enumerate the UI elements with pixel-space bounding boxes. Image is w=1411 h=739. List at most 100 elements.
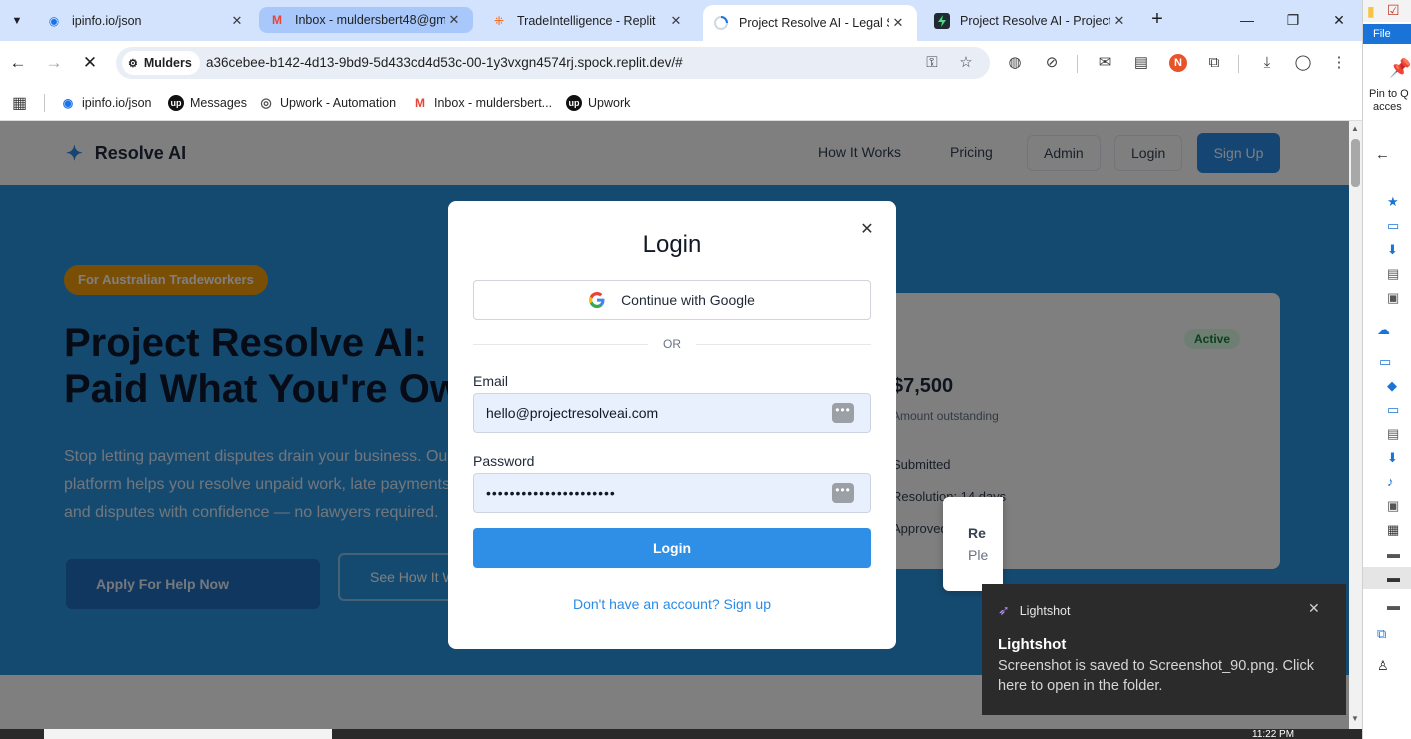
app-toast[interactable]: Re Ple (943, 497, 1003, 591)
page-scrollbar[interactable]: ▲ ▼ (1349, 121, 1362, 729)
email-label: Email (473, 373, 509, 389)
extensions-puzzle-icon[interactable]: ⧉ (1203, 52, 1225, 74)
tab-ipinfo[interactable]: ◉ ipinfo.io/json ✕ (36, 6, 256, 35)
bookmark-label: Inbox - muldersbert... (434, 96, 553, 110)
desktop-folder-icon[interactable]: ▭ (1387, 218, 1411, 234)
bookmark-messages[interactable]: up Messages (168, 93, 247, 113)
globe-icon: ◎ (260, 95, 272, 110)
pin-to-quick-access-button[interactable]: Pin to Q acces (1369, 88, 1409, 114)
network-icon[interactable]: ⧉ (1377, 626, 1402, 642)
scroll-up-icon[interactable]: ▲ (1351, 124, 1359, 133)
lightshot-feather-icon: ➶ (998, 602, 1010, 618)
replit-icon: ⁜ (493, 13, 505, 28)
scrollbar-thumb[interactable] (1351, 139, 1360, 187)
tab-project-resolve[interactable]: Project Resolve AI - Project ✕ (924, 6, 1138, 35)
linux-tux-icon[interactable]: ♙ (1377, 658, 1402, 674)
tab-gmail[interactable]: M Inbox - muldersbert48@gmail.com ✕ (259, 7, 473, 33)
password-key-icon[interactable]: ⚿ (922, 53, 942, 73)
profile-chip[interactable]: ⚙ Mulders (122, 51, 200, 75)
camera-off-icon[interactable]: ⊘ (1041, 52, 1063, 74)
cookie-icon[interactable]: ◍ (1004, 52, 1026, 74)
3d-objects-icon[interactable]: ◆ (1387, 378, 1411, 394)
tab-title: TradeIntelligence - Replit (517, 13, 656, 28)
lightshot-notification[interactable]: ➶ Lightshot ✕ Lightshot Screenshot is sa… (982, 584, 1346, 715)
ipinfo-icon: ◉ (62, 96, 74, 110)
close-icon[interactable]: ✕ (228, 12, 246, 30)
bookmark-label: ipinfo.io/json (82, 96, 152, 110)
local-disk-icon[interactable]: ▬ (1387, 546, 1411, 562)
lightshot-app-name: Lightshot (1019, 603, 1071, 618)
continue-with-google-button[interactable]: Continue with Google (473, 280, 871, 320)
menu-kebab-icon[interactable]: ⋮ (1328, 52, 1350, 74)
explorer-back-icon[interactable]: ← (1375, 146, 1390, 163)
bookmark-label: Upwork - Automation (280, 96, 397, 110)
back-arrow-icon[interactable]: ← (6, 51, 30, 75)
browser-toolbar: ← → ✕ ⚙ Mulders a36cebee-b142-4d13-9bd9-… (0, 41, 1362, 85)
upwork-icon: up (566, 95, 582, 111)
email-field[interactable] (473, 393, 871, 433)
replit-agent-icon (934, 12, 950, 29)
explorer-file-tab[interactable]: File (1363, 24, 1411, 44)
signup-link[interactable]: Don't have an account? Sign up (448, 596, 896, 612)
password-manager-fill-icon[interactable]: ••• (832, 483, 854, 503)
password-label: Password (473, 453, 535, 469)
close-icon[interactable]: ✕ (445, 11, 463, 29)
password-manager-fill-icon[interactable]: ••• (832, 403, 854, 423)
bookmark-upwork[interactable]: up Upwork (566, 93, 630, 113)
downloads-folder-icon[interactable]: ⬇ (1387, 450, 1411, 466)
close-icon[interactable]: ✕ (889, 14, 907, 32)
folder-icon: ▮ (1367, 3, 1375, 19)
or-label: OR (663, 337, 681, 351)
upwork-icon: up (168, 95, 184, 111)
minimize-icon[interactable]: — (1235, 8, 1259, 32)
forward-arrow-icon[interactable]: → (42, 51, 66, 75)
apps-grid-icon[interactable]: ▦ (12, 93, 27, 113)
bookmark-star-icon[interactable]: ☆ (956, 53, 976, 73)
windows-taskbar: 11:22 PM (0, 729, 1362, 739)
url-text[interactable]: a36cebee-b142-4d13-9bd9-5d433cd4d53c-00-… (206, 55, 683, 70)
stop-loading-icon[interactable]: ✕ (78, 51, 102, 75)
tab-search-chevron-icon[interactable]: ▼ (4, 8, 30, 34)
taskbar-clock[interactable]: 11:22 PM (1252, 730, 1294, 739)
pictures-folder-icon[interactable]: ▣ (1387, 498, 1411, 514)
downloads-folder-icon[interactable]: ⬇ (1387, 242, 1411, 258)
tab-replit[interactable]: ⁜ TradeIntelligence - Replit ✕ (481, 6, 695, 35)
quick-access-star-icon[interactable]: ★ (1387, 194, 1411, 210)
password-field[interactable] (473, 473, 871, 513)
this-pc-icon[interactable]: ▭ (1379, 354, 1404, 370)
documents-folder-icon[interactable]: ▤ (1387, 426, 1411, 442)
restore-icon[interactable]: ❐ (1281, 8, 1305, 32)
taskbar-search-box[interactable] (44, 729, 332, 739)
videos-folder-icon[interactable]: ▦ (1387, 522, 1411, 538)
scroll-down-icon[interactable]: ▼ (1351, 714, 1359, 723)
profile-avatar-icon[interactable]: ◯ (1292, 52, 1314, 74)
documents-folder-icon[interactable]: ▤ (1387, 266, 1411, 282)
download-icon[interactable]: ⤓ (1256, 52, 1278, 74)
notification-close-icon[interactable]: ✕ (1308, 600, 1320, 617)
tab-project-resolve-legal[interactable]: Project Resolve AI - Legal Support ✕ (703, 5, 917, 41)
pin-label-line1: Pin to Q (1369, 88, 1409, 100)
drive-icon[interactable]: ▬ (1387, 570, 1411, 586)
mail-extension-icon[interactable]: ✉ (1094, 52, 1116, 74)
close-icon[interactable]: ✕ (1110, 12, 1128, 30)
file-explorer-window: ▮ ☑ File 📌 Pin to Q acces ← ★ ▭ ⬇ ▤ ▣ ☁ … (1362, 0, 1411, 739)
window-close-icon[interactable]: ✕ (1327, 8, 1351, 32)
bookmark-ipinfo[interactable]: ◉ ipinfo.io/json (60, 93, 152, 113)
bookmark-upwork-automation[interactable]: ◎ Upwork - Automation (258, 93, 396, 113)
onedrive-cloud-icon[interactable]: ☁ (1377, 322, 1402, 338)
extension-n-icon[interactable]: N (1169, 54, 1187, 72)
login-submit-button[interactable]: Login (473, 528, 871, 568)
password-manager-icon[interactable]: ▤ (1130, 52, 1152, 74)
modal-title: Login (642, 231, 702, 258)
bookmark-label: Upwork (588, 96, 631, 110)
close-icon[interactable]: ✕ (667, 12, 685, 30)
new-tab-button[interactable]: + (1146, 9, 1168, 31)
bookmark-inbox[interactable]: M Inbox - muldersbert... (412, 93, 552, 113)
desktop-folder-icon[interactable]: ▭ (1387, 402, 1411, 418)
address-bar[interactable]: ⚙ Mulders a36cebee-b142-4d13-9bd9-5d433c… (116, 47, 990, 79)
gmail-icon: M (272, 13, 282, 27)
pictures-folder-icon[interactable]: ▣ (1387, 290, 1411, 306)
drive-icon[interactable]: ▬ (1387, 598, 1411, 614)
lightshot-message[interactable]: Screenshot is saved to Screenshot_90.png… (998, 656, 1328, 696)
music-folder-icon[interactable]: ♪ (1387, 474, 1411, 490)
